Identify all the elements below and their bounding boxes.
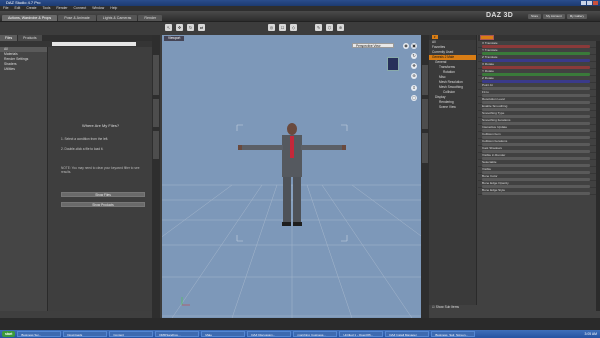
parameters-scrollbar[interactable] <box>596 41 600 311</box>
header-filter-box[interactable] <box>480 35 494 40</box>
top-buttons: Store My Account My Gallery <box>528 14 588 19</box>
room-tabs: Actions, Wardrobe & Props Pose & Animate… <box>2 15 163 21</box>
tab-render[interactable]: Render <box>138 15 163 21</box>
side-tab-scene[interactable] <box>422 99 428 129</box>
parameters-panel: ▾ All Favorites Currently Used Genesis 2… <box>429 35 600 318</box>
param-x-rotate[interactable]: X Rotate <box>478 62 596 69</box>
parameter-list: X Translate Y Translate Z Translate X Ro… <box>478 35 600 318</box>
node-weight-icon[interactable]: ✎ <box>315 24 322 31</box>
tool-group-left: ↖ ✥ ↻ ⇄ <box>165 23 205 32</box>
param-visible-in-render[interactable]: Visible in Render <box>478 153 596 160</box>
window-title: DAZ Studio 4.7 Pro <box>6 0 41 5</box>
universal-tool-icon[interactable]: ✥ <box>176 24 183 31</box>
taskbar-item[interactable]: Business_Suit_Screen... <box>431 331 476 337</box>
param-bone-color[interactable]: Bone Color <box>478 174 596 181</box>
param-collision-iterations[interactable]: Collision Iterations <box>478 139 596 146</box>
show-products-button[interactable]: Show Products <box>61 202 145 207</box>
taskbar-item[interactable]: DAZ Install Manager <box>385 331 430 337</box>
param-smoothing-type[interactable]: Smoothing Type <box>478 111 596 118</box>
rotate-tool-icon[interactable]: ↻ <box>187 24 194 31</box>
side-tab-2[interactable] <box>153 99 159 127</box>
search-input[interactable] <box>52 42 136 46</box>
show-sub-items-label: Show Sub Items <box>435 305 459 309</box>
side-tab-3[interactable] <box>153 131 159 159</box>
close-icon[interactable] <box>593 1 598 5</box>
taskbar-item[interactable]: DAZ Discussion... <box>247 331 292 337</box>
daz-logo: DAZ 3D <box>486 12 514 19</box>
instruction-step-2: 2. Double-click a file to load it. <box>61 147 104 151</box>
tool-group-right: ✎ ⬡ ⊕ <box>315 23 344 32</box>
param-y-rotate[interactable]: Y Rotate <box>478 69 596 76</box>
instruction-note: NOTE: You may need to clear your keyword… <box>61 166 140 174</box>
side-tab-parameters[interactable] <box>422 65 428 95</box>
parameter-rows: X Translate Y Translate Z Translate X Ro… <box>478 41 596 195</box>
param-y-translate[interactable]: Y Translate <box>478 48 596 55</box>
taskbar-item[interactable]: Downloads <box>63 331 108 337</box>
tool-group-mid: ◎ ☐ ◇ <box>268 23 297 32</box>
taskbar-item[interactable]: Male <box>201 331 246 337</box>
param-interactive-update[interactable]: Interactive Update <box>478 125 596 132</box>
taskbar-item[interactable]: morphing_business... <box>293 331 338 337</box>
param-point-at[interactable]: Point At <box>478 83 596 90</box>
param-cast-shadows[interactable]: Cast Shadows <box>478 146 596 153</box>
param-bone-edge-opacity[interactable]: Bone Edge Opacity <box>478 181 596 188</box>
windows-taskbar: start Business Sui... Downloads Content … <box>0 330 600 338</box>
property-group-tree: ▾ All Favorites Currently Used Genesis 2… <box>429 35 477 309</box>
param-z-rotate[interactable]: Z Rotate <box>478 76 596 83</box>
file-category-list: All Materials Render Settings Shaders Ut… <box>0 47 48 311</box>
right-side-tabs <box>421 35 429 318</box>
store-button[interactable]: Store <box>528 14 542 19</box>
param-fit-to[interactable]: Fit to <box>478 90 596 97</box>
empty-state-title: Where Are My Files? <box>81 123 120 128</box>
side-tab-1[interactable] <box>153 55 159 95</box>
taskbar-item[interactable]: Business Sui... <box>17 331 62 337</box>
instruction-step-1: 1. Select a condition from the left. <box>61 137 109 141</box>
floor-grid <box>162 184 422 318</box>
render-tool-icon[interactable]: ◎ <box>268 24 275 31</box>
param-collision-item[interactable]: Collision Item <box>478 132 596 139</box>
spot-render-icon[interactable]: ◇ <box>290 24 297 31</box>
tab-actions-wardrobe-props[interactable]: Actions, Wardrobe & Props <box>2 15 58 21</box>
scene-render <box>162 123 422 318</box>
param-smoothing-iterations[interactable]: Smoothing Iterations <box>478 118 596 125</box>
translate-tool-icon[interactable]: ⇄ <box>198 24 205 31</box>
joint-editor-icon[interactable]: ⊕ <box>337 24 344 31</box>
category-utilities[interactable]: Utilities <box>0 67 47 72</box>
viewport[interactable]: Viewport Perspective View ◉ ▣ ↻ ✥ ⊕ ⇕ ▢ <box>162 35 422 318</box>
param-x-translate[interactable]: X Translate <box>478 41 596 48</box>
app-window: DAZ Studio 4.7 Pro File Edit Create Tool… <box>0 0 600 338</box>
group-scene-view[interactable]: Scene View <box>429 105 476 110</box>
start-button[interactable]: start <box>2 331 16 337</box>
minimize-icon[interactable] <box>581 1 586 5</box>
bone-edge-style-select[interactable] <box>482 191 590 195</box>
my-gallery-button[interactable]: My Gallery <box>566 14 588 19</box>
select-tool-icon[interactable]: ↖ <box>165 24 172 31</box>
param-selectable[interactable]: Selectable <box>478 160 596 167</box>
show-files-button[interactable]: Show Files <box>61 192 145 197</box>
window-controls <box>581 1 598 5</box>
camera-tool-icon[interactable]: ☐ <box>279 24 286 31</box>
maximize-icon[interactable] <box>587 1 592 5</box>
taskbar-item[interactable]: Untitled 1 - OpenOffi... <box>339 331 384 337</box>
content-library-panel: Files Products All Materials Render Sett… <box>0 35 152 318</box>
my-account-button[interactable]: My Account <box>543 14 565 19</box>
taskbar-item[interactable]: Content <box>109 331 154 337</box>
axis-indicator <box>181 297 190 306</box>
taskbar-item[interactable]: DMDSandbox... <box>155 331 200 337</box>
left-side-tabs <box>152 35 160 318</box>
side-tab-surfaces[interactable] <box>422 133 428 163</box>
param-z-translate[interactable]: Z Translate <box>478 55 596 62</box>
geometry-editor-icon[interactable]: ⬡ <box>326 24 333 31</box>
param-resolution-level[interactable]: Resolution Level <box>478 97 596 104</box>
taskbar-clock: 3:05 AM <box>584 332 597 336</box>
param-bone-edge-style[interactable]: Bone Edge Style <box>478 188 596 195</box>
status-bar <box>0 318 600 330</box>
file-content-area: Where Are My Files? 1. Select a conditio… <box>49 47 152 311</box>
show-sub-items-checkbox[interactable]: ☑ Show Sub Items <box>429 305 459 310</box>
param-visible[interactable]: Visible <box>478 167 596 174</box>
param-enable-smoothing[interactable]: Enable Smoothing <box>478 104 596 111</box>
tab-lights-cameras[interactable]: Lights & Cameras <box>96 15 138 21</box>
tab-pose-animate[interactable]: Pose & Animate <box>58 15 96 21</box>
